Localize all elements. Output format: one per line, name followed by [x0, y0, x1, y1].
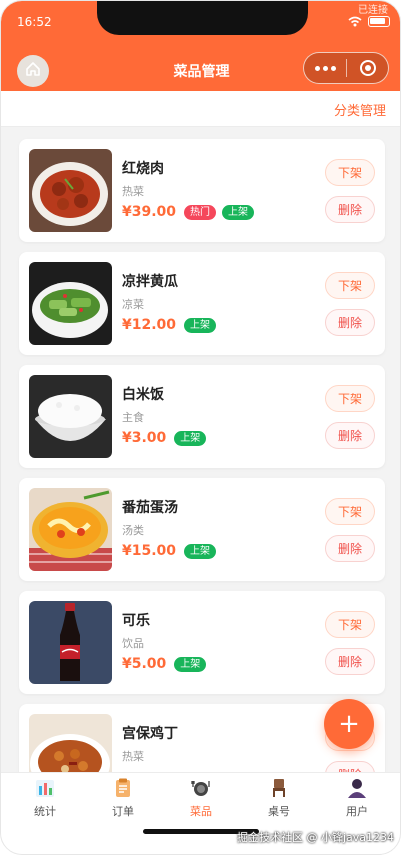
delete-button[interactable]: 删除 [325, 309, 375, 336]
dish-card: 番茄蛋汤 汤类 ¥15.00 上架 下架 删除 [19, 478, 385, 581]
tab-label: 桌号 [268, 805, 290, 818]
on-shelf-badge: 上架 [222, 204, 255, 220]
nav-header: 16:52 已连接 菜品管理 [1, 1, 400, 91]
on-shelf-badge: 上架 [184, 317, 217, 333]
dish-price: ¥5.00 [122, 656, 167, 672]
dish-image [29, 262, 112, 345]
battery-icon [368, 16, 390, 27]
notch [97, 1, 308, 35]
status-time: 16:52 [17, 15, 52, 29]
dish-name: 宫保鸡丁 [122, 726, 178, 742]
dish-list: 红烧肉 热菜 ¥39.00 热门 上架 下架 删除 凉拌黄瓜 凉菜 ¥12.00… [1, 127, 400, 772]
dish-category: 汤类 [122, 524, 144, 537]
tab-orders[interactable]: 订单 [83, 777, 163, 819]
dish-image [29, 601, 112, 684]
dish-name: 白米饭 [122, 387, 164, 403]
dish-name: 可乐 [122, 613, 150, 629]
dish-category: 凉菜 [122, 298, 144, 311]
off-shelf-button[interactable]: 下架 [325, 159, 375, 186]
bar-chart-icon [5, 777, 85, 799]
tab-label: 统计 [34, 805, 56, 818]
on-shelf-badge: 上架 [184, 543, 217, 559]
tab-users[interactable]: 用户 [317, 777, 397, 819]
price-row: ¥39.00 热门 上架 [122, 204, 255, 220]
dish-image [29, 488, 112, 571]
dish-category: 饮品 [122, 637, 144, 650]
price-row: ¥5.00 上架 [122, 656, 207, 672]
price-row: ¥3.00 上架 [122, 430, 207, 446]
dish-image [29, 375, 112, 458]
clipboard-icon [83, 777, 163, 799]
tab-label: 菜品 [190, 805, 212, 818]
dish-category: 热菜 [122, 750, 144, 763]
dish-image [29, 149, 112, 232]
delete-button[interactable]: 删除 [325, 422, 375, 449]
off-shelf-button[interactable]: 下架 [325, 611, 375, 638]
dish-icon [161, 777, 241, 799]
dish-category: 主食 [122, 411, 144, 424]
dish-price: ¥39.00 [122, 204, 177, 220]
add-dish-button[interactable]: + [324, 699, 374, 749]
dish-image [29, 714, 112, 772]
tab-label: 订单 [112, 805, 134, 818]
status-bar: 16:52 已连接 [1, 1, 400, 35]
tab-label: 用户 [346, 805, 368, 818]
wifi-icon [348, 16, 362, 27]
dish-card: 红烧肉 热菜 ¥39.00 热门 上架 下架 删除 [19, 139, 385, 242]
category-manage-link[interactable]: 分类管理 [334, 100, 386, 119]
hot-badge: 热门 [184, 204, 217, 220]
dish-price: ¥12.00 [122, 317, 177, 333]
off-shelf-button[interactable]: 下架 [325, 498, 375, 525]
user-icon [317, 777, 397, 799]
dish-name: 红烧肉 [122, 161, 164, 177]
dish-card: 凉拌黄瓜 凉菜 ¥12.00 上架 下架 删除 [19, 252, 385, 355]
watermark-text: 掘金技术社区 @ 小锋java1234 [236, 831, 394, 844]
delete-button[interactable]: 删除 [325, 648, 375, 675]
tab-tables[interactable]: 桌号 [239, 777, 319, 819]
dish-card: 可乐 饮品 ¥5.00 上架 下架 删除 [19, 591, 385, 694]
on-shelf-badge: 上架 [174, 656, 207, 672]
dish-card: 白米饭 主食 ¥3.00 上架 下架 删除 [19, 365, 385, 468]
dish-category: 热菜 [122, 185, 144, 198]
phone-frame: 16:52 已连接 菜品管理 分类管理 红烧肉 热菜 ¥39.00 热门 上架 … [0, 0, 401, 855]
status-icons [348, 16, 390, 27]
dish-price: ¥15.00 [122, 543, 177, 559]
price-row: ¥15.00 上架 [122, 543, 217, 559]
sub-toolbar: 分类管理 [1, 91, 400, 127]
miniprogram-capsule [303, 52, 389, 84]
more-icon[interactable] [304, 65, 346, 71]
off-shelf-button[interactable]: 下架 [325, 272, 375, 299]
tab-statistics[interactable]: 统计 [5, 777, 85, 819]
chair-icon [239, 777, 319, 799]
dish-price: ¥3.00 [122, 430, 167, 446]
off-shelf-button[interactable]: 下架 [325, 385, 375, 412]
tab-dishes[interactable]: 菜品 [161, 777, 241, 819]
dish-name: 凉拌黄瓜 [122, 274, 178, 290]
delete-button[interactable]: 删除 [325, 761, 375, 772]
status-corner-text: 已连接 [358, 5, 388, 16]
close-miniprogram-icon[interactable] [347, 60, 388, 76]
dish-name: 番茄蛋汤 [122, 500, 178, 516]
delete-button[interactable]: 删除 [325, 535, 375, 562]
on-shelf-badge: 上架 [174, 430, 207, 446]
price-row: ¥12.00 上架 [122, 317, 217, 333]
delete-button[interactable]: 删除 [325, 196, 375, 223]
